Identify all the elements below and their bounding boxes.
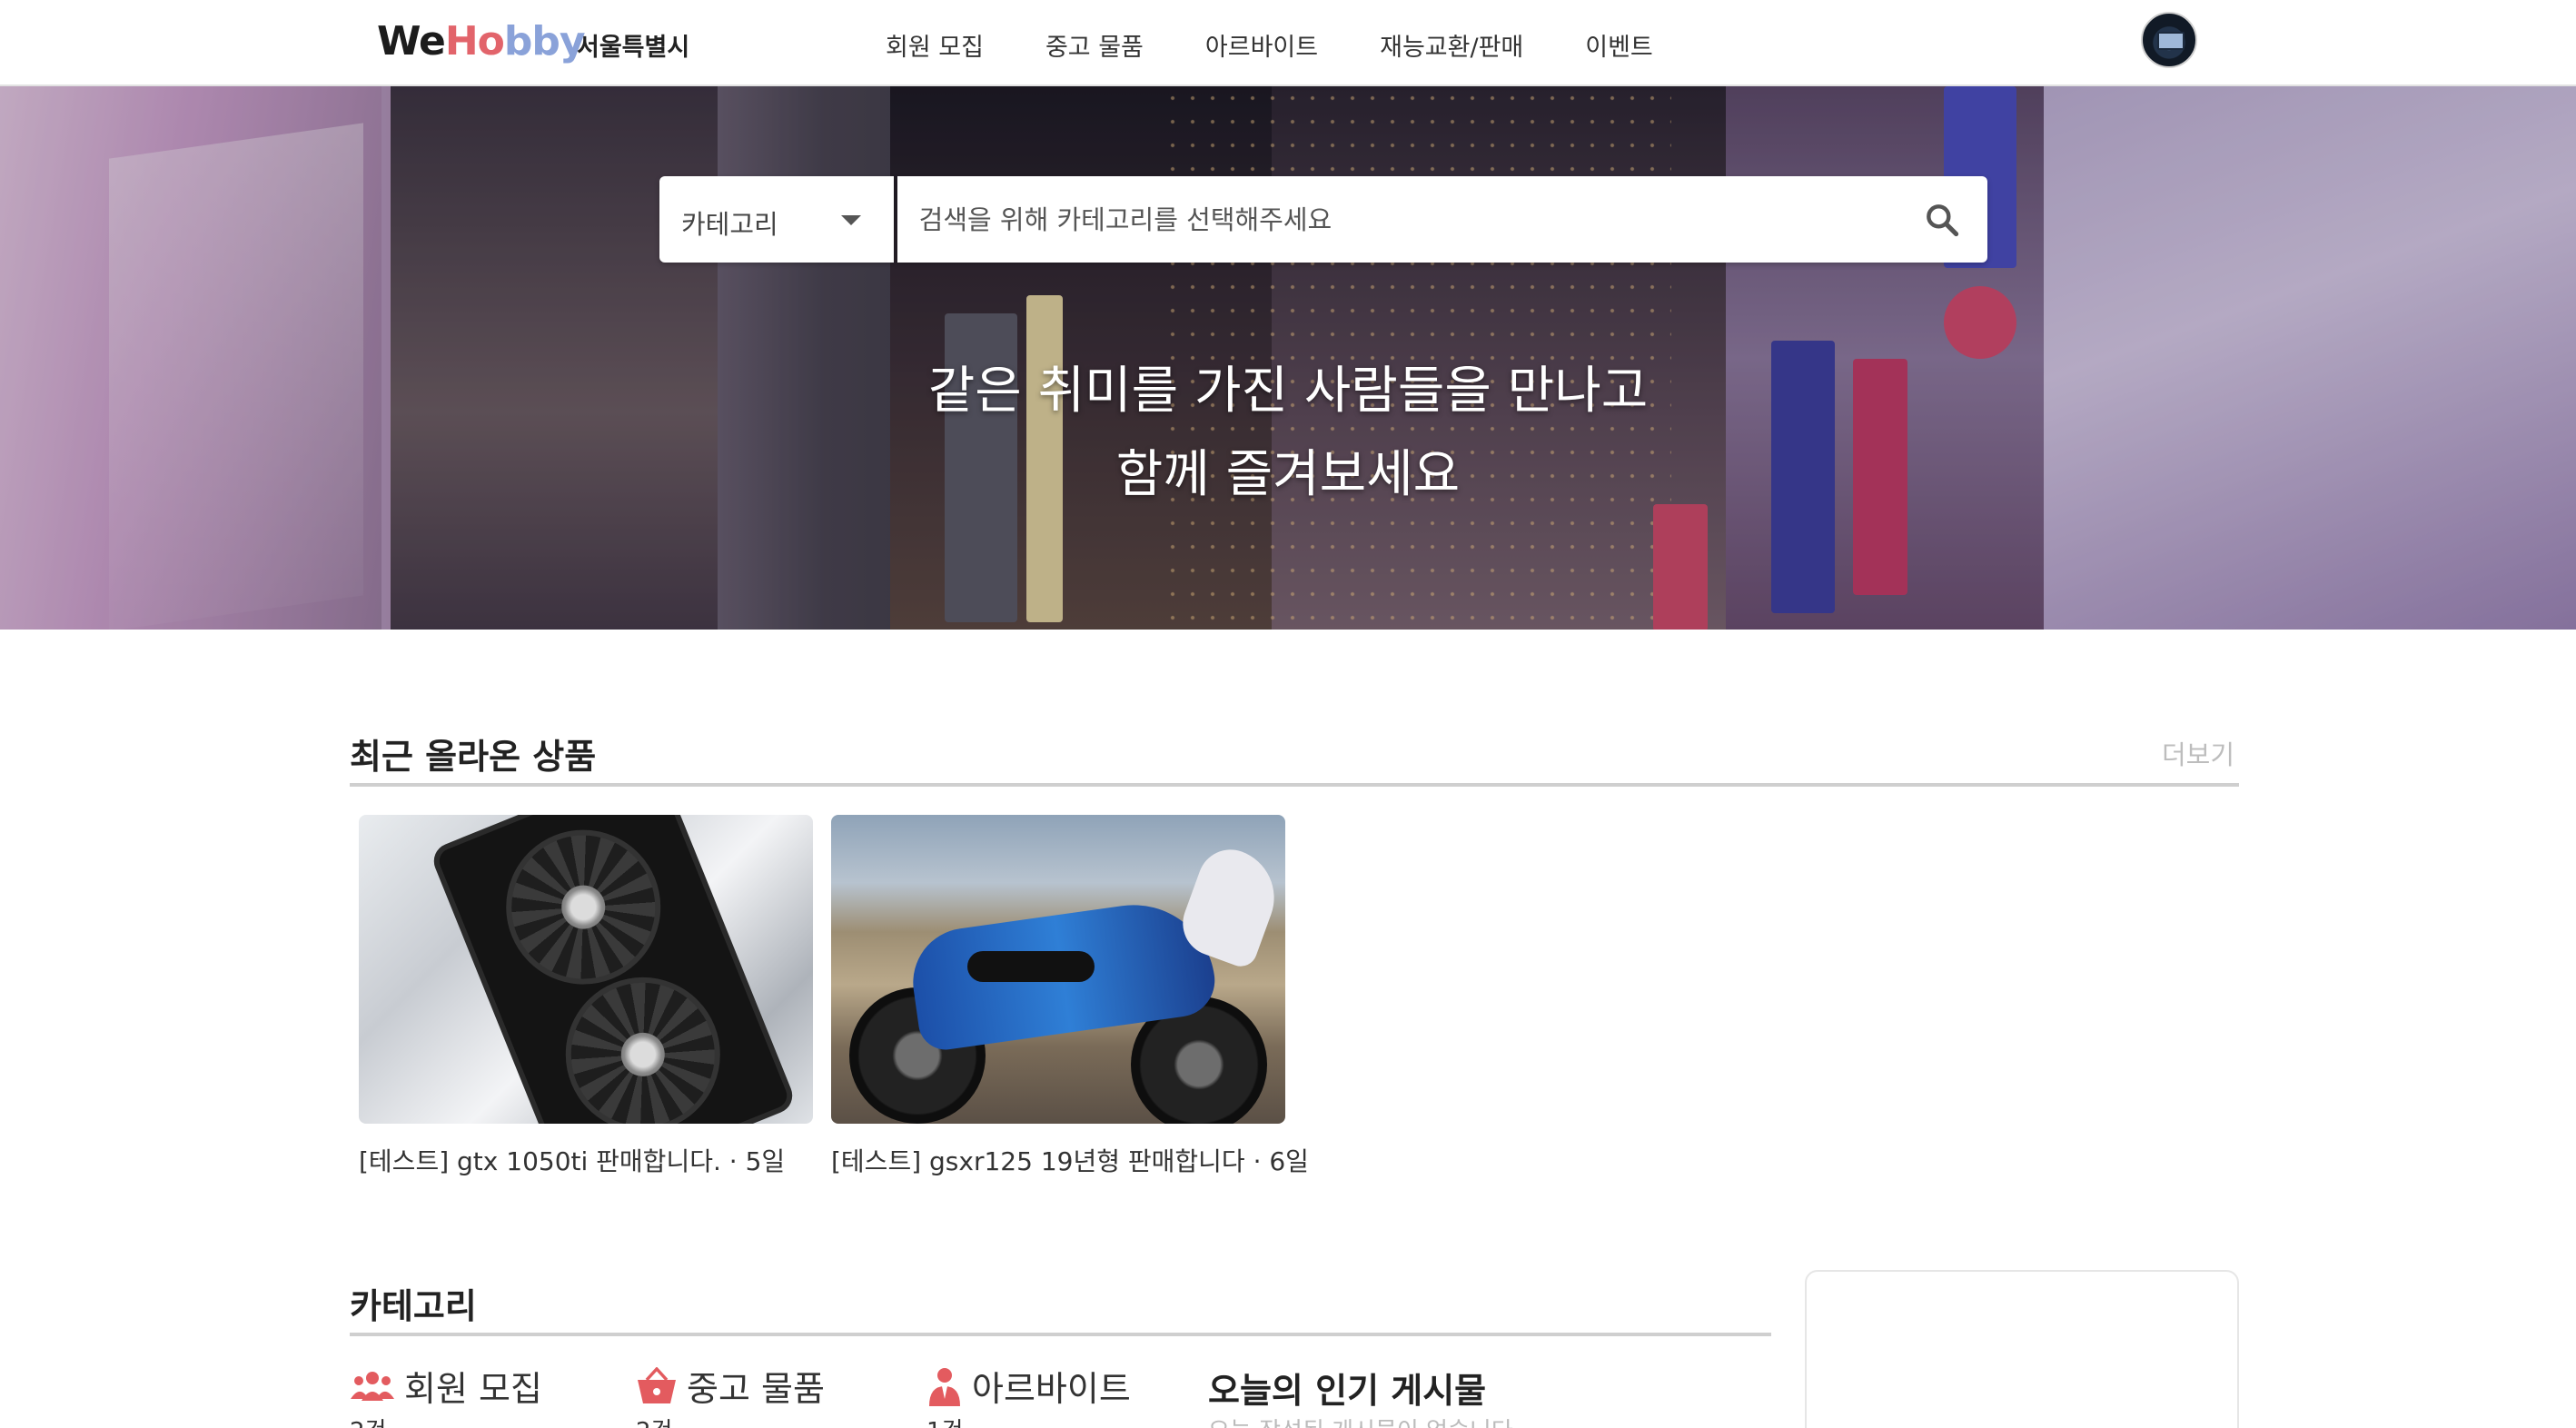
product-image [831,815,1285,1124]
region-label[interactable]: 서울특별시 [577,27,689,63]
logo[interactable]: WeHobby [377,18,586,64]
worker-icon [929,1367,960,1406]
category-select[interactable]: 카테고리 [659,176,894,263]
section-divider [350,783,2239,787]
product-image-graphics-card [435,815,791,1124]
product-image [359,815,813,1124]
category-count: 2건 [636,1413,672,1428]
nav-item-recruit[interactable]: 회원 모집 [886,27,984,63]
hero-headline-line2: 함께 즐겨보세요 [1115,445,1461,504]
nav-item-event[interactable]: 이벤트 [1585,27,1653,63]
hero-banner: 카테고리 같은 취미를 가진 사람들을 만나고 함께 즐겨보세요 [0,86,2576,630]
product-card[interactable]: [테스트] gtx 1050ti 판매합니다. · 5일 [359,815,813,1178]
search-input[interactable] [897,176,1897,263]
logo-ho: Ho [444,18,505,64]
category-label: 중고 물품 [687,1369,825,1409]
category-select-label: 카테고리 [681,209,778,240]
popular-posts-empty: 오늘 작성된 게시물이 없습니다 [1208,1413,1513,1428]
main-nav: 회원 모집 중고 물품 아르바이트 재능교환/판매 이벤트 [886,27,1715,63]
more-link[interactable]: 더보기 [2162,734,2234,772]
side-panel-card [1805,1270,2239,1428]
nav-item-talent[interactable]: 재능교환/판매 [1380,27,1523,63]
nav-item-part-time[interactable]: 아르바이트 [1205,27,1318,63]
section-divider [350,1333,1771,1336]
product-caption: [테스트] gsxr125 19년형 판매합니다 · 6일 [831,1146,1309,1176]
product-caption: [테스트] gtx 1050ti 판매합니다. · 5일 [359,1146,786,1176]
basket-icon [638,1366,676,1403]
logo-we: We [377,18,446,64]
chevron-down-icon [841,215,861,225]
logo-bby: bby [503,18,586,64]
product-image-seat [967,951,1095,982]
product-card[interactable]: [테스트] gsxr125 19년형 판매합니다 · 6일 [831,815,1309,1178]
hero-headline-line1: 같은 취미를 가진 사람들을 만나고 [927,362,1649,421]
user-avatar[interactable] [2141,12,2197,68]
popular-posts-title: 오늘의 인기 게시물 [1208,1371,1487,1411]
category-label: 아르바이트 [972,1369,1131,1409]
top-header: WeHobby 서울특별시 회원 모집 중고 물품 아르바이트 재능교환/판매 … [0,0,2576,86]
category-count: 1건 [926,1413,963,1428]
category-label: 회원 모집 [404,1369,542,1409]
search-field [897,176,1987,263]
search-icon[interactable] [1922,200,1962,240]
nav-item-used-goods[interactable]: 중고 물품 [1045,27,1144,63]
category-section-title: 카테고리 [350,1286,477,1326]
users-icon [351,1371,394,1401]
category-item-used-goods[interactable]: 중고 물품 [636,1361,825,1411]
category-item-recruit[interactable]: 회원 모집 [350,1361,542,1411]
category-count: 2건 [350,1413,386,1428]
recent-section-title: 최근 올라온 상품 [350,737,597,777]
category-item-part-time[interactable]: 아르바이트 [926,1361,1131,1411]
search-bar: 카테고리 [659,176,1987,263]
hero-headline: 같은 취미를 가진 사람들을 만나고 함께 즐겨보세요 [0,350,2576,517]
